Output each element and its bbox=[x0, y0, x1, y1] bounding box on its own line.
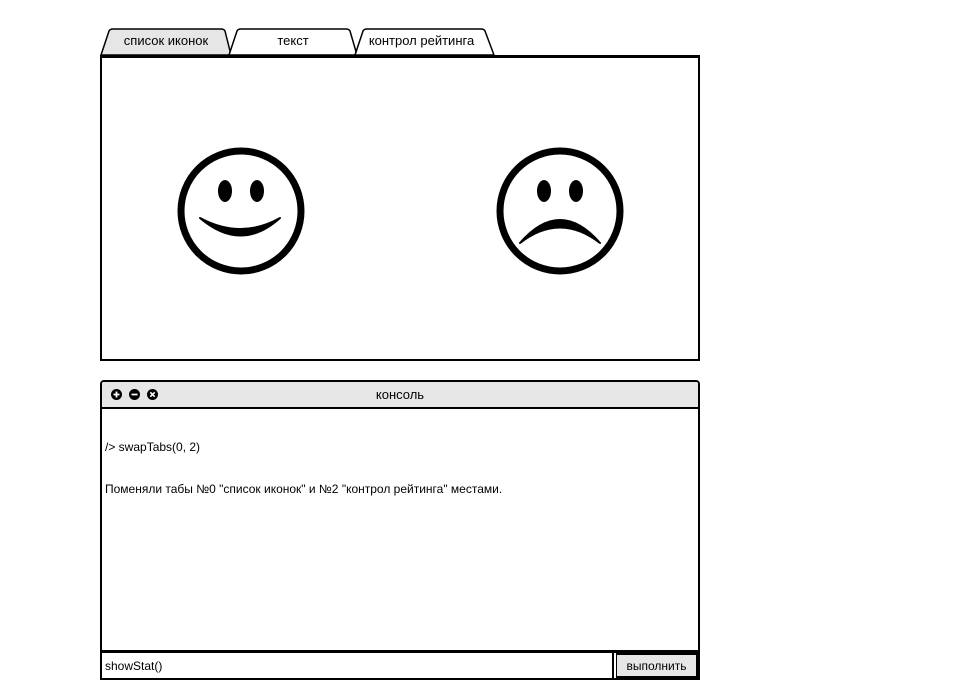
tab-icon-list[interactable]: список иконок bbox=[99, 28, 232, 56]
console-command-input[interactable] bbox=[102, 653, 614, 678]
console-output: /> swapTabs(0, 2) Поменяли табы №0 "спис… bbox=[105, 412, 695, 524]
console-title: консоль bbox=[375, 387, 425, 402]
console-window: консоль /> swapTabs(0, 2) Поменяли табы … bbox=[100, 380, 700, 680]
tab-content-panel bbox=[100, 55, 700, 361]
sad-face-icon bbox=[496, 147, 624, 275]
tab-label: текст bbox=[277, 33, 309, 48]
console-output-line: /> swapTabs(0, 2) bbox=[105, 440, 201, 454]
tab-label: список иконок bbox=[123, 33, 209, 48]
console-output-line: Поменяли табы №0 "список иконок" и №2 "к… bbox=[105, 482, 503, 496]
run-button[interactable]: выполнить bbox=[616, 653, 698, 678]
tab-text[interactable]: текст bbox=[227, 28, 358, 56]
tab-rating-control[interactable]: контрол рейтинга bbox=[353, 28, 496, 56]
console-title-bar[interactable]: консоль bbox=[102, 382, 698, 409]
tab-label: контрол рейтинга bbox=[368, 33, 475, 48]
happy-face-icon bbox=[177, 147, 305, 275]
console-input-bar: выполнить bbox=[102, 650, 698, 678]
